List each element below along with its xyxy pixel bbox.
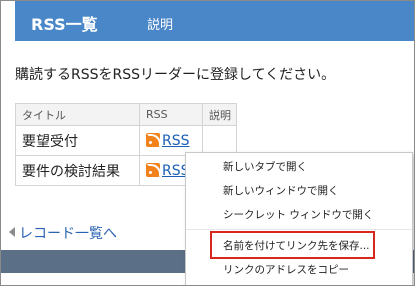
menu-item-open-incognito[interactable]: シークレット ウィンドウで開く	[186, 205, 412, 225]
back-link-label: レコード一覧へ	[19, 226, 117, 242]
header-description-tab[interactable]: 説明	[147, 14, 173, 33]
triangle-left-icon	[9, 227, 15, 237]
table-header-row: タイトル RSS 説明	[15, 103, 237, 126]
menu-item-copy-link-address[interactable]: リンクのアドレスをコピー	[186, 260, 412, 280]
column-header-title: タイトル	[15, 103, 140, 126]
rss-feed-icon	[146, 132, 161, 148]
page-title: RSS一覧	[31, 15, 98, 34]
table-row: 要望受付 RSS	[15, 125, 237, 156]
row-title: 要望受付	[15, 125, 140, 156]
page-frame: RSS一覧 説明 購読するRSSをRSSリーダーに登録してください。 タイトル …	[0, 0, 415, 286]
column-header-description: 説明	[202, 103, 237, 126]
intro-text: 購読するRSSをRSSリーダーに登録してください。	[15, 67, 336, 83]
context-menu: 新しいタブで開く 新しいウィンドウで開く シークレット ウィンドウで開く 名前を…	[185, 152, 413, 285]
row-description	[202, 125, 237, 156]
row-title: 要件の検討結果	[15, 155, 140, 186]
rss-link[interactable]: RSS	[162, 133, 190, 149]
column-header-rss: RSS	[139, 103, 203, 126]
rss-feed-icon	[146, 162, 161, 178]
highlight-box	[210, 231, 375, 259]
menu-item-open-new-tab[interactable]: 新しいタブで開く	[186, 157, 412, 177]
page-header: RSS一覧 説明	[15, 1, 414, 41]
back-to-records-link[interactable]: レコード一覧へ	[9, 223, 117, 243]
row-rss-cell: RSS	[139, 125, 203, 156]
menu-item-open-new-window[interactable]: 新しいウィンドウで開く	[186, 181, 412, 201]
menu-divider	[186, 229, 412, 230]
